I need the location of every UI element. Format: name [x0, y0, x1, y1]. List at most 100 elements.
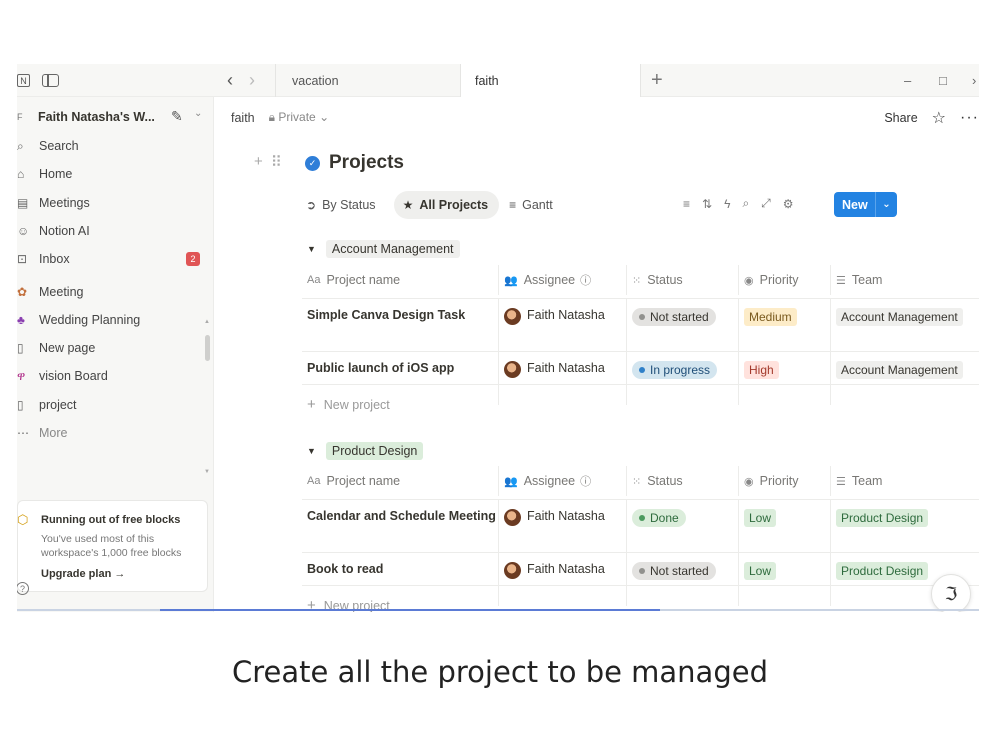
column-assignee[interactable]: 👥 Assignee ⓘ [499, 466, 627, 496]
cell-priority[interactable]: Medium [739, 299, 831, 352]
filter-icon[interactable]: ≡ [683, 197, 690, 211]
chevron-down-icon[interactable]: ⌄ [875, 192, 897, 217]
table-row[interactable]: Calendar and Schedule Meeting Faith Natas… [302, 499, 979, 553]
share-button[interactable]: Share [884, 111, 917, 125]
column-priority[interactable]: ◉ Priority [739, 466, 831, 496]
expand-icon[interactable]: ⤢ [761, 196, 771, 211]
cell-priority[interactable]: Low [739, 500, 831, 553]
cell-status[interactable]: Not started [627, 299, 739, 352]
maximize-button[interactable]: □ [939, 64, 947, 97]
group-header-product-design[interactable]: ▼ Product Design [307, 442, 424, 460]
sidebar-item-meetings[interactable]: ▤ Meetings [17, 191, 214, 215]
sidebar-page-project[interactable]: ▯ project [17, 393, 214, 417]
sidebar-item-home[interactable]: ⌂ Home [17, 162, 214, 186]
column-project-name[interactable]: Aa Project name [302, 466, 499, 496]
page-title-wrap: ✓ Projects [305, 152, 404, 174]
scrollbar-thumb[interactable] [205, 335, 210, 361]
help-icon[interactable]: ? [17, 582, 29, 595]
table-row[interactable]: Public launch of iOS app Faith Natasha In … [302, 351, 979, 405]
table-row[interactable]: Book to read Faith Natasha Not started Low P… [302, 552, 979, 606]
view-tab-gantt[interactable]: ≡ Gantt [509, 191, 561, 219]
tab-vacation[interactable]: vacation [275, 64, 460, 97]
page-title[interactable]: Projects [329, 152, 404, 174]
info-icon[interactable]: ⓘ [580, 272, 591, 288]
scroll-up-icon[interactable]: ▲ [204, 319, 210, 325]
cell-status[interactable]: Done [627, 500, 739, 553]
new-page-edit-icon[interactable]: ✎ [171, 108, 183, 125]
cell-team[interactable]: Account Management [831, 352, 979, 405]
search-icon[interactable]: ⌕ [742, 196, 749, 211]
cell-priority[interactable]: High [739, 352, 831, 405]
cell-assignee[interactable]: Faith Natasha [499, 553, 627, 606]
upgrade-plan-link[interactable]: Upgrade plan → [41, 568, 125, 580]
sidebar-scrollbar[interactable]: ▲ ▼ [204, 319, 210, 479]
tab-label: vacation [292, 73, 339, 88]
scroll-down-icon[interactable]: ▼ [204, 469, 210, 475]
table-row[interactable]: Simple Canva Design Task Faith Natasha Not… [302, 298, 979, 352]
window-more-icon[interactable]: › [972, 64, 976, 97]
collapse-triangle-icon[interactable]: ▼ [307, 244, 316, 254]
new-project-button[interactable]: + New project [307, 396, 390, 413]
upgrade-body: You've used most of this workspace's 1,0… [41, 533, 182, 559]
new-tab-button[interactable]: + [651, 64, 663, 97]
breadcrumb-page[interactable]: faith [231, 111, 255, 125]
column-team[interactable]: ☰ Team [831, 466, 979, 496]
priority-tag: High [744, 361, 779, 379]
column-priority[interactable]: ◉ Priority [739, 265, 831, 295]
sort-icon[interactable]: ⇅ [702, 197, 712, 211]
tab-faith[interactable]: faith [460, 64, 641, 98]
cell-project-name[interactable]: Simple Canva Design Task [302, 299, 499, 352]
cell-team[interactable]: Product Design [831, 500, 979, 553]
cell-project-name[interactable]: Calendar and Schedule Meeting [302, 500, 499, 553]
sidebar-page-meeting[interactable]: ✿ Meeting [17, 280, 214, 304]
sidebar-item-search[interactable]: ⌕ Search [17, 134, 214, 158]
sidebar-toggle-icon[interactable] [42, 74, 59, 87]
sidebar-page-new-page[interactable]: ▯ New page [17, 336, 214, 360]
group-header-account-management[interactable]: ▼ Account Management [307, 240, 460, 258]
cell-status[interactable]: Not started [627, 553, 739, 606]
sidebar-item-label: Search [39, 139, 79, 153]
help-assistant-icon[interactable]: ℑ [931, 574, 971, 612]
cell-assignee[interactable]: Faith Natasha [499, 352, 627, 405]
cell-status[interactable]: In progress [627, 352, 739, 405]
app-window: N ‹ › vacation faith + – □ › F Faith Nat… [17, 64, 979, 612]
info-icon[interactable]: ⓘ [580, 473, 591, 489]
status-badge: In progress [632, 361, 718, 379]
view-tab-by-status[interactable]: ➲ By Status [306, 191, 384, 219]
favorite-star-icon[interactable]: ☆ [932, 108, 946, 128]
workspace-switcher[interactable]: F Faith Natasha's W... ✎ ⌄ [17, 105, 214, 129]
sidebar-page-vision-board[interactable]: ዋ vision Board [17, 364, 214, 388]
sidebar-more[interactable]: ⋯ More [17, 421, 214, 445]
column-status[interactable]: ⁙ Status [627, 265, 739, 295]
column-project-name[interactable]: Aa Project name [302, 265, 499, 295]
sidebar-item-notion-ai[interactable]: ☺ Notion AI [17, 219, 214, 243]
column-label: Assignee [523, 474, 576, 488]
cell-assignee[interactable]: Faith Natasha [499, 299, 627, 352]
sidebar-page-wedding-planning[interactable]: ♣ Wedding Planning [17, 308, 214, 332]
sidebar-item-inbox[interactable]: ⊡ Inbox 2 [17, 247, 214, 271]
automation-icon[interactable]: ϟ [724, 197, 730, 211]
column-team[interactable]: ☰ Team [831, 265, 979, 295]
chevron-down-icon[interactable]: ⌄ [194, 108, 202, 119]
status-dot-icon [639, 568, 645, 574]
more-options-icon[interactable]: ··· [960, 109, 979, 127]
view-tab-all-projects[interactable]: ★ All Projects [393, 191, 500, 219]
cell-assignee[interactable]: Faith Natasha [499, 500, 627, 553]
settings-sliders-icon[interactable]: ⚙ [783, 197, 794, 211]
cell-team[interactable]: Account Management [831, 299, 979, 352]
new-record-button[interactable]: New ⌄ [834, 192, 897, 217]
cell-priority[interactable]: Low [739, 553, 831, 606]
upgrade-card: ⬡ Running out of free blocks You've used… [17, 500, 208, 592]
back-arrow-icon[interactable]: ‹ [227, 70, 233, 91]
status-label: In progress [650, 363, 711, 377]
column-status[interactable]: ⁙ Status [627, 466, 739, 496]
meetings-icon: ▤ [17, 196, 29, 210]
add-block-icon[interactable]: + [254, 153, 263, 171]
collapse-triangle-icon[interactable]: ▼ [307, 446, 316, 456]
privacy-toggle[interactable]: 🔒︎ Private ⌄ [269, 110, 330, 125]
minimize-button[interactable]: – [904, 64, 911, 97]
column-assignee[interactable]: 👥 Assignee ⓘ [499, 265, 627, 295]
chevron-down-icon: ⌄ [319, 110, 330, 124]
drag-handle-icon[interactable]: ⠿ [271, 153, 282, 171]
forward-arrow-icon[interactable]: › [249, 70, 255, 91]
